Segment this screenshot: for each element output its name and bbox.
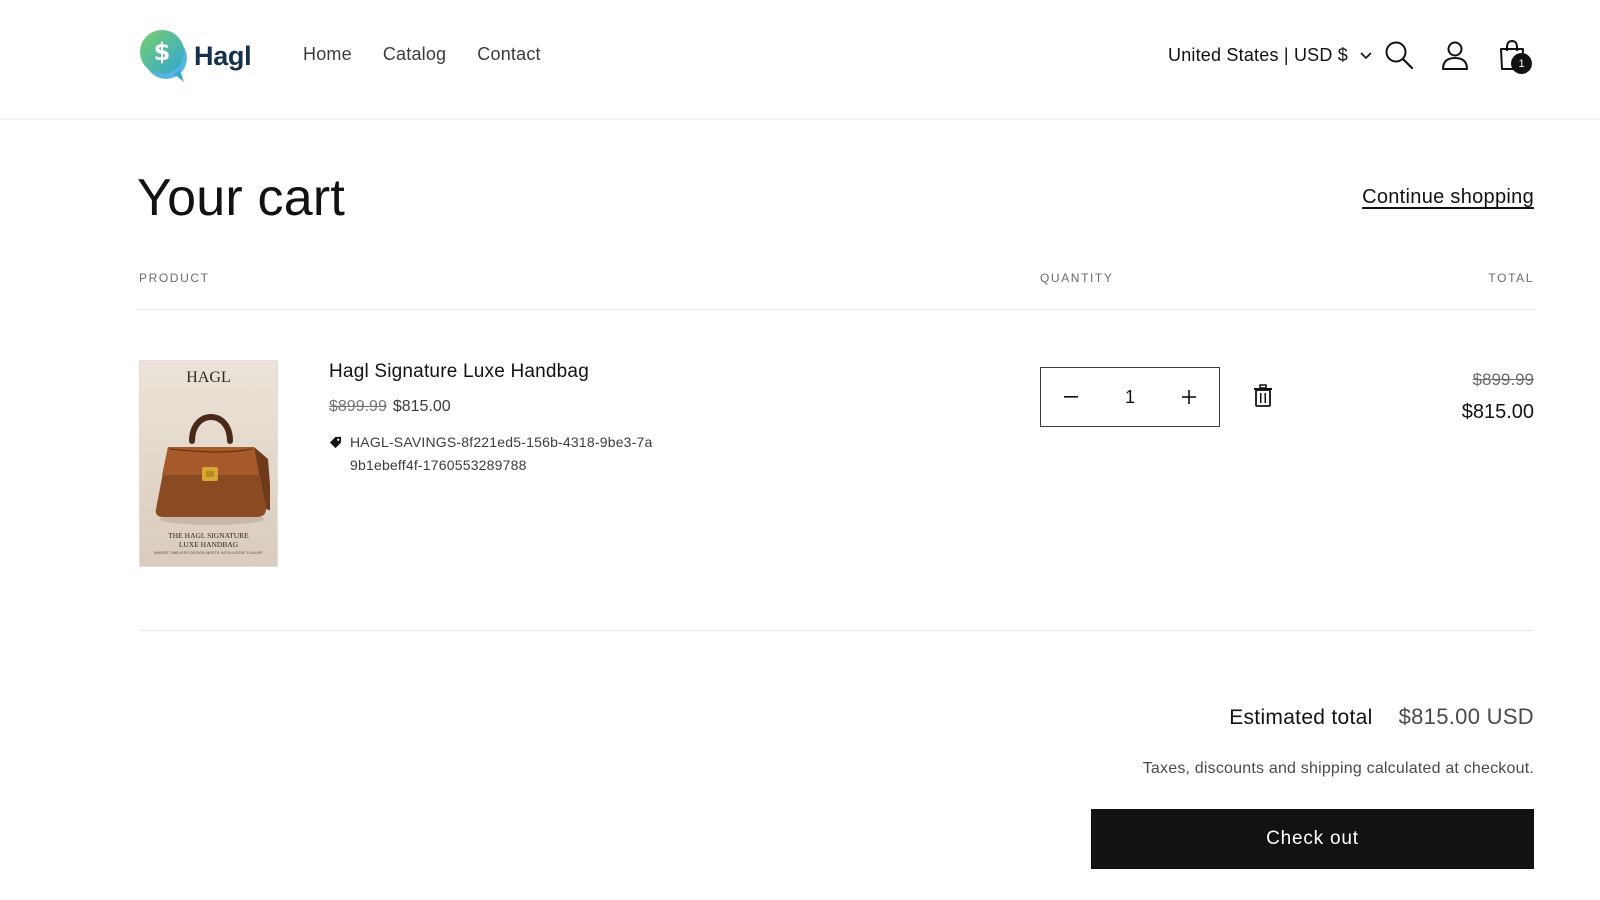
nav-catalog[interactable]: Catalog (383, 44, 446, 65)
product-image-subcaption: WHERE TIMELESS DESIGN MEETS INTELLIGENT … (153, 551, 264, 555)
remove-item-trash-icon[interactable] (1252, 384, 1274, 408)
product-name[interactable]: Hagl Signature Luxe Handbag (329, 361, 589, 383)
column-header-product: PRODUCT (139, 271, 210, 285)
product-sale-price: $815.00 (392, 398, 451, 415)
quantity-stepper: 1 (1040, 367, 1220, 427)
brand-name: Hagl (194, 40, 252, 71)
line-total: $815.00 (1461, 401, 1534, 423)
cart-count-badge: 1 (1511, 53, 1532, 74)
tag-icon (329, 436, 342, 449)
minus-icon (1064, 396, 1078, 398)
svg-text:$: $ (154, 38, 171, 66)
chevron-down-icon (1360, 51, 1372, 59)
divider (139, 309, 1534, 310)
checkout-button[interactable]: Check out (1091, 809, 1534, 869)
nav-home[interactable]: Home (303, 44, 352, 65)
estimated-total-label: Estimated total (1229, 706, 1373, 729)
account-icon[interactable] (1438, 38, 1472, 72)
plus-icon (1182, 390, 1196, 404)
product-original-price: $899.99 (329, 398, 387, 415)
product-image-caption: THE HAGL SIGNATURE LUXE HANDBAG (140, 531, 277, 549)
continue-shopping-link[interactable]: Continue shopping (1362, 186, 1534, 209)
line-original-total: $899.99 (1472, 370, 1534, 389)
brand-logo[interactable]: $ Hagl (138, 28, 252, 84)
estimated-total-value: $815.00 USD (1398, 704, 1534, 729)
increase-quantity-button[interactable] (1159, 368, 1219, 426)
divider (139, 630, 1534, 631)
page-title: Your cart (137, 169, 345, 227)
dollar-chat-bubble-icon: $ (140, 30, 187, 82)
column-header-total: TOTAL (1488, 271, 1534, 285)
decrease-quantity-button[interactable] (1041, 368, 1101, 426)
quantity-input[interactable]: 1 (1110, 387, 1150, 408)
product-image[interactable]: HAGL THE HAGL SIGNATURE LUXE HANDBAG WHE… (139, 360, 278, 567)
site-header: $ Hagl Home Catalog Contact United State… (0, 0, 1600, 120)
column-header-quantity: QUANTITY (1040, 271, 1114, 285)
search-icon[interactable] (1382, 38, 1416, 72)
discount-code: HAGL-SAVINGS-8f221ed5-156b-4318-9be3-7a9… (329, 431, 659, 477)
country-selector[interactable]: United States | USD $ (1168, 45, 1372, 66)
country-selector-label: United States | USD $ (1168, 45, 1348, 65)
product-image-caption-line-2: LUXE HANDBAG (178, 540, 239, 549)
product-unit-price: $899.99 $815.00 (329, 398, 451, 416)
main-nav: Home Catalog Contact (303, 44, 541, 65)
checkout-note: Taxes, discounts and shipping calculated… (1142, 760, 1534, 777)
product-image-brand: HAGL (186, 369, 231, 386)
product-image-caption-line-1: THE HAGL SIGNATURE (168, 531, 249, 540)
nav-contact[interactable]: Contact (477, 44, 540, 65)
estimated-total: Estimated total $815.00 USD (1229, 704, 1534, 730)
discount-code-text: HAGL-SAVINGS-8f221ed5-156b-4318-9be3-7a9… (350, 434, 653, 473)
handbag-illustration (155, 414, 270, 525)
